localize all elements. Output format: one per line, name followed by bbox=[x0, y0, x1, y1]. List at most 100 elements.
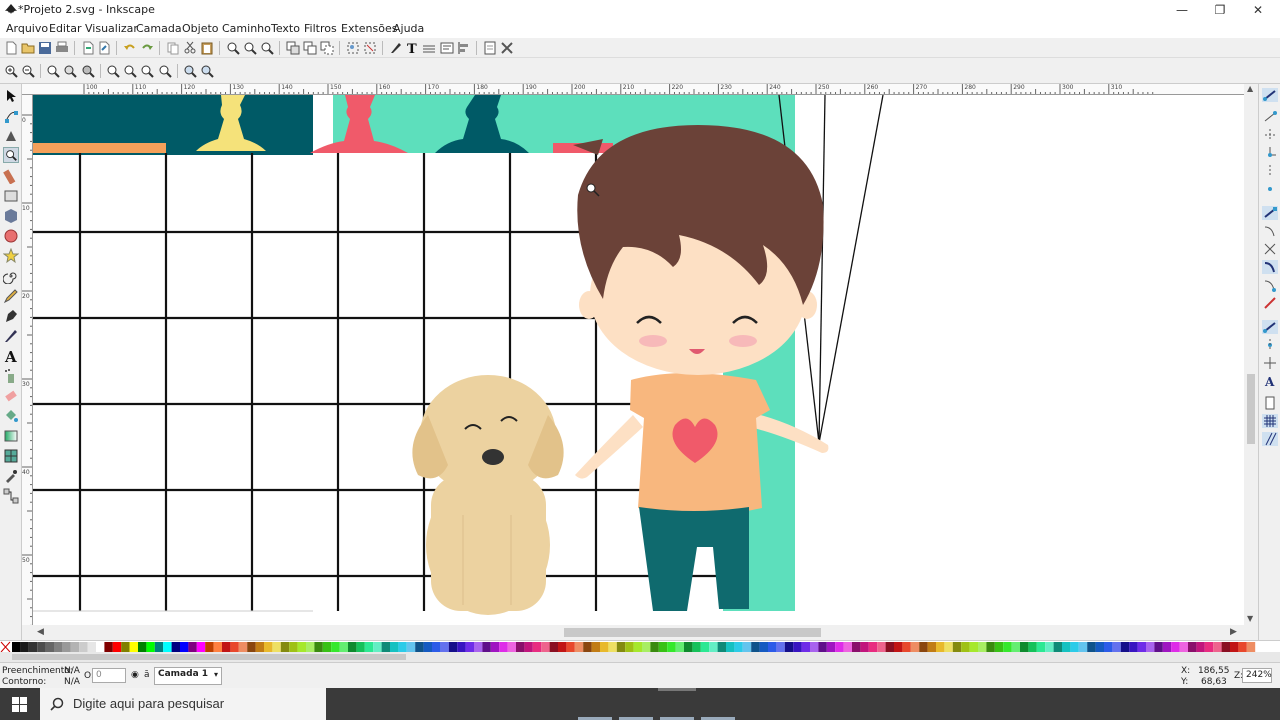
menu-filtros[interactable]: Filtros bbox=[304, 22, 337, 35]
star-tool-icon[interactable] bbox=[3, 248, 19, 264]
zoom-fit-width-icon[interactable] bbox=[158, 64, 172, 78]
selector-tool-icon[interactable] bbox=[3, 88, 19, 104]
gradient-tool-icon[interactable] bbox=[3, 428, 19, 444]
palette-scroll-thumb[interactable] bbox=[12, 654, 406, 660]
zoom-next-icon[interactable] bbox=[200, 64, 214, 78]
lock-icon[interactable]: ā bbox=[144, 670, 150, 680]
zoom-in-icon[interactable] bbox=[4, 64, 18, 78]
text-font-icon[interactable]: T bbox=[405, 41, 419, 55]
spray-tool-icon[interactable] bbox=[3, 368, 19, 384]
scroll-left-arrow-icon[interactable]: ◀ bbox=[37, 627, 44, 637]
menu-texto[interactable]: Texto bbox=[271, 22, 300, 35]
drawing-canvas[interactable] bbox=[33, 95, 1244, 625]
zoom-tool-icon[interactable] bbox=[3, 147, 19, 163]
menu-caminho[interactable]: Caminho bbox=[222, 22, 271, 35]
eye-icon[interactable]: ◉ bbox=[131, 670, 139, 680]
horizontal-scrollbar[interactable]: ◀ ▶ bbox=[33, 625, 1258, 640]
snap-paths-icon[interactable] bbox=[1262, 224, 1278, 238]
preferences-icon[interactable] bbox=[500, 41, 514, 55]
pencil-tool-icon[interactable] bbox=[3, 288, 19, 304]
snap-toggle-icon[interactable] bbox=[1262, 88, 1278, 102]
snap-grid-icon[interactable] bbox=[1262, 414, 1278, 428]
snap-bbox-icon[interactable] bbox=[1262, 110, 1278, 124]
snap-rotation-center-icon[interactable] bbox=[1262, 356, 1278, 370]
layers-icon[interactable] bbox=[422, 41, 436, 55]
zoom-selection-icon[interactable] bbox=[226, 41, 240, 55]
clone-icon[interactable] bbox=[303, 41, 317, 55]
fill-value[interactable]: N/A bbox=[64, 666, 80, 676]
export-icon[interactable] bbox=[97, 41, 111, 55]
snap-text-baseline-icon[interactable]: A bbox=[1262, 374, 1278, 388]
cut-icon[interactable] bbox=[183, 41, 197, 55]
menu-arquivo[interactable]: Arquivo bbox=[6, 22, 48, 35]
bucket-tool-icon[interactable] bbox=[3, 408, 19, 424]
redo-icon[interactable] bbox=[140, 41, 154, 55]
color-palette[interactable] bbox=[0, 640, 1280, 653]
taskbar-search-box[interactable]: Digite aqui para pesquisar bbox=[40, 688, 326, 720]
rectangle-tool-icon[interactable] bbox=[3, 188, 19, 204]
palette-scrollbar[interactable] bbox=[0, 652, 1280, 662]
mesh-tool-icon[interactable] bbox=[3, 448, 19, 464]
zoom-out-icon[interactable] bbox=[21, 64, 35, 78]
zoom-fit-page-icon[interactable] bbox=[140, 64, 154, 78]
opacity-field[interactable]: 0 bbox=[92, 668, 126, 683]
horizontal-ruler[interactable]: 100 110 120 130 140 150 160 170 180 190 200 210 220 2… bbox=[22, 84, 1244, 95]
unlink-clone-icon[interactable] bbox=[320, 41, 334, 55]
snap-bbox-center-icon[interactable] bbox=[1262, 182, 1278, 196]
zoom-page-icon[interactable] bbox=[260, 41, 274, 55]
zoom-drawing-icon[interactable] bbox=[243, 41, 257, 55]
menu-ajuda[interactable]: Ajuda bbox=[393, 22, 424, 35]
zoom-2-1-icon[interactable] bbox=[81, 64, 95, 78]
snap-object-midpoints-icon[interactable] bbox=[1262, 338, 1278, 352]
ungroup-icon[interactable] bbox=[363, 41, 377, 55]
snap-bbox-corner-icon[interactable] bbox=[1262, 146, 1278, 160]
scroll-right-arrow-icon[interactable]: ▶ bbox=[1230, 627, 1237, 637]
menu-editar[interactable]: Editar bbox=[49, 22, 82, 35]
connector-tool-icon[interactable] bbox=[3, 488, 19, 504]
snap-smooth-nodes-icon[interactable] bbox=[1262, 278, 1278, 292]
xml-editor-icon[interactable] bbox=[440, 41, 454, 55]
paste-icon[interactable] bbox=[200, 41, 214, 55]
snap-bbox-edge-icon[interactable] bbox=[1262, 128, 1278, 142]
windows-start-icon[interactable] bbox=[12, 697, 27, 712]
save-icon[interactable] bbox=[38, 41, 52, 55]
new-document-icon[interactable] bbox=[4, 41, 18, 55]
snap-cusp-nodes-icon[interactable] bbox=[1262, 260, 1278, 274]
align-distribute-icon[interactable] bbox=[457, 41, 471, 55]
zoom-field[interactable]: 242% bbox=[1242, 668, 1272, 683]
snap-page-border-icon[interactable] bbox=[1262, 396, 1278, 410]
snap-others-icon[interactable] bbox=[1262, 320, 1278, 334]
menu-visualizar[interactable]: Visualizar bbox=[85, 22, 138, 35]
pen-tool-icon[interactable] bbox=[3, 308, 19, 324]
minimize-button[interactable]: — bbox=[1162, 0, 1202, 20]
calligraphy-tool-icon[interactable] bbox=[3, 328, 19, 344]
zoom-fit-selection-icon[interactable] bbox=[106, 64, 120, 78]
dropper-tool-icon[interactable] bbox=[3, 468, 19, 484]
snap-guides-icon[interactable] bbox=[1262, 432, 1278, 446]
duplicate-icon[interactable] bbox=[286, 41, 300, 55]
menu-camada[interactable]: Camada bbox=[136, 22, 182, 35]
ellipse-tool-icon[interactable] bbox=[3, 228, 19, 244]
snap-nodes-icon[interactable] bbox=[1262, 206, 1278, 220]
copy-icon[interactable] bbox=[166, 41, 180, 55]
scroll-down-arrow-icon[interactable]: ▼ bbox=[1247, 614, 1255, 624]
vertical-scroll-thumb[interactable] bbox=[1247, 374, 1255, 444]
text-tool-icon[interactable]: A bbox=[3, 348, 19, 364]
zoom-1-2-icon[interactable] bbox=[63, 64, 77, 78]
zoom-fit-drawing-icon[interactable] bbox=[123, 64, 137, 78]
close-button[interactable]: ✕ bbox=[1238, 0, 1278, 20]
restore-button[interactable]: ❐ bbox=[1200, 0, 1240, 20]
snap-bbox-midpoint-icon[interactable] bbox=[1262, 164, 1278, 178]
layer-selector[interactable]: Camada 1 ▾ bbox=[154, 667, 222, 685]
undo-icon[interactable] bbox=[123, 41, 137, 55]
zoom-previous-icon[interactable] bbox=[183, 64, 197, 78]
node-tool-icon[interactable] bbox=[3, 108, 19, 124]
menu-objeto[interactable]: Objeto bbox=[182, 22, 219, 35]
open-folder-icon[interactable] bbox=[21, 41, 35, 55]
zoom-1-1-icon[interactable] bbox=[46, 64, 60, 78]
snap-line-midpoints-icon[interactable] bbox=[1262, 296, 1278, 310]
group-icon[interactable] bbox=[346, 41, 360, 55]
3d-box-tool-icon[interactable] bbox=[3, 208, 19, 224]
measure-tool-icon[interactable] bbox=[3, 168, 19, 184]
spiral-tool-icon[interactable] bbox=[3, 268, 19, 284]
